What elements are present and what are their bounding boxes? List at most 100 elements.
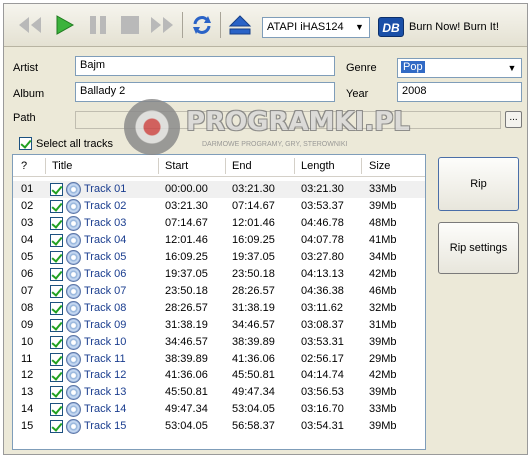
table-row[interactable]: 07 Track 07 23:50.18 28:26.57 04:36.38 46Mb: [13, 283, 425, 300]
track-checkbox[interactable]: [50, 199, 63, 213]
table-row[interactable]: 11 Track 11 38:39.89 41:36.06 02:56.17 29Mb: [13, 351, 425, 368]
table-row[interactable]: 08 Track 08 28:26.57 31:38.19 03:11.62 32Mb: [13, 300, 425, 317]
track-checkbox[interactable]: [50, 267, 63, 281]
track-start: 00:00.00: [165, 183, 208, 195]
cd-icon: [66, 198, 81, 214]
track-length: 02:56.17: [301, 352, 344, 365]
column-divider[interactable]: [361, 158, 362, 174]
column-divider[interactable]: [294, 158, 295, 174]
track-title: Track 15: [84, 420, 127, 433]
watermark: PROGRAMKI.PL DARMOWE PROGRAMY, GRY, STER…: [124, 99, 410, 159]
track-number: 09: [21, 318, 34, 331]
track-start: 07:14.67: [165, 216, 208, 229]
path-field[interactable]: [75, 111, 501, 129]
chevron-down-icon[interactable]: ▼: [504, 60, 520, 76]
album-field[interactable]: Ballady 2: [75, 82, 335, 102]
track-checkbox[interactable]: [50, 284, 63, 298]
table-row[interactable]: 06 Track 06 19:37.05 23:50.18 04:13.13 42Mb: [13, 266, 425, 283]
toolbar-separator: [220, 12, 221, 38]
table-row[interactable]: 14 Track 14 49:47.34 53:04.05 03:16.70 33Mb: [13, 401, 425, 418]
browse-path-button[interactable]: ...: [505, 111, 522, 128]
track-size: 42Mb: [369, 369, 397, 382]
track-title: Track 03: [84, 216, 127, 229]
refresh-icon[interactable]: [188, 12, 216, 38]
table-row[interactable]: 13 Track 13 45:50.81 49:47.34 03:56.53 39Mb: [13, 384, 425, 401]
cd-icon: [66, 419, 81, 435]
rip-settings-button[interactable]: Rip settings: [438, 222, 519, 274]
track-checkbox[interactable]: [50, 386, 63, 400]
track-checkbox[interactable]: [50, 420, 63, 434]
track-end: 53:04.05: [232, 403, 275, 416]
column-header-title[interactable]: Title: [52, 160, 72, 172]
play-icon[interactable]: [50, 12, 78, 38]
rip-button[interactable]: Rip: [438, 157, 519, 211]
track-title: Track 08: [84, 301, 127, 314]
column-header-end[interactable]: End: [232, 160, 252, 172]
track-checkbox[interactable]: [50, 335, 63, 349]
track-size: 48Mb: [369, 216, 397, 229]
artist-field[interactable]: Bajm: [75, 56, 335, 76]
table-row[interactable]: 01 Track 01 00:00.00 03:21.30 03:21.30 33Mb: [13, 181, 425, 198]
stop-icon[interactable]: [116, 12, 144, 38]
burn-logo[interactable]: DB: [378, 17, 404, 37]
pause-icon[interactable]: [84, 12, 112, 38]
track-end: 45:50.81: [232, 369, 275, 382]
column-header-length[interactable]: Length: [301, 160, 335, 172]
track-checkbox[interactable]: [50, 250, 63, 264]
genre-select[interactable]: Pop ▼: [397, 58, 522, 78]
table-row[interactable]: 09 Track 09 31:38.19 34:46.57 03:08.37 31Mb: [13, 317, 425, 334]
chevron-down-icon[interactable]: ▼: [351, 19, 368, 36]
track-number: 15: [21, 420, 34, 433]
burn-link[interactable]: Burn Now! Burn It!: [409, 21, 499, 33]
track-end: 03:21.30: [232, 183, 275, 195]
table-row[interactable]: 03 Track 03 07:14.67 12:01.46 04:46.78 48Mb: [13, 215, 425, 232]
track-checkbox[interactable]: [50, 233, 63, 247]
table-row[interactable]: 10 Track 10 34:46.57 38:39.89 03:53.31 39Mb: [13, 334, 425, 351]
track-number: 04: [21, 233, 34, 246]
track-number: 12: [21, 369, 34, 382]
column-divider[interactable]: [45, 158, 46, 174]
table-row[interactable]: 02 Track 02 03:21.30 07:14.67 03:53.37 39Mb: [13, 198, 425, 215]
table-row[interactable]: 05 Track 05 16:09.25 19:37.05 03:27.80 34Mb: [13, 249, 425, 266]
year-field[interactable]: 2008: [397, 82, 522, 102]
track-size: 39Mb: [369, 199, 397, 212]
column-header-number[interactable]: ?: [21, 160, 27, 172]
track-start: 34:46.57: [165, 335, 208, 348]
column-divider[interactable]: [158, 158, 159, 174]
track-length: 04:13.13: [301, 267, 344, 280]
eject-icon[interactable]: [226, 12, 254, 38]
track-checkbox[interactable]: [50, 369, 63, 383]
track-checkbox[interactable]: [50, 403, 63, 417]
track-table[interactable]: ? Title Start End Length Size 01 Track 01…: [12, 154, 426, 450]
track-title: Track 05: [84, 250, 127, 263]
track-checkbox[interactable]: [50, 352, 63, 366]
artist-label: Artist: [13, 62, 39, 74]
cd-icon: [66, 249, 81, 265]
track-size: 42Mb: [369, 267, 397, 280]
table-row[interactable]: 15 Track 15 53:04.05 56:58.37 03:54.31 39Mb: [13, 418, 425, 435]
track-start: 53:04.05: [165, 420, 208, 433]
track-size: 39Mb: [369, 420, 397, 433]
cd-icon: [66, 215, 81, 231]
track-number: 13: [21, 386, 34, 399]
column-header-start[interactable]: Start: [165, 160, 188, 172]
drive-select[interactable]: ATAPI iHAS124 ▼: [262, 17, 370, 38]
column-header-size[interactable]: Size: [369, 160, 390, 172]
track-checkbox[interactable]: [50, 318, 63, 332]
column-divider[interactable]: [225, 158, 226, 174]
table-row[interactable]: 12 Track 12 41:36.06 45:50.81 04:14.74 42Mb: [13, 367, 425, 384]
rewind-icon[interactable]: [16, 12, 44, 38]
table-row[interactable]: 04 Track 04 12:01.46 16:09.25 04:07.78 41Mb: [13, 232, 425, 249]
track-size: 34Mb: [369, 250, 397, 263]
track-number: 06: [21, 267, 34, 280]
track-start: 16:09.25: [165, 250, 208, 263]
fast-forward-icon[interactable]: [148, 12, 176, 38]
track-start: 19:37.05: [165, 267, 208, 280]
check-icon[interactable]: [19, 137, 32, 150]
select-all-checkbox[interactable]: Select all tracks: [19, 137, 113, 150]
track-checkbox[interactable]: [50, 216, 63, 230]
track-checkbox[interactable]: [50, 183, 63, 196]
cd-icon: [66, 317, 81, 333]
track-checkbox[interactable]: [50, 301, 63, 315]
track-length: 03:53.37: [301, 199, 344, 212]
